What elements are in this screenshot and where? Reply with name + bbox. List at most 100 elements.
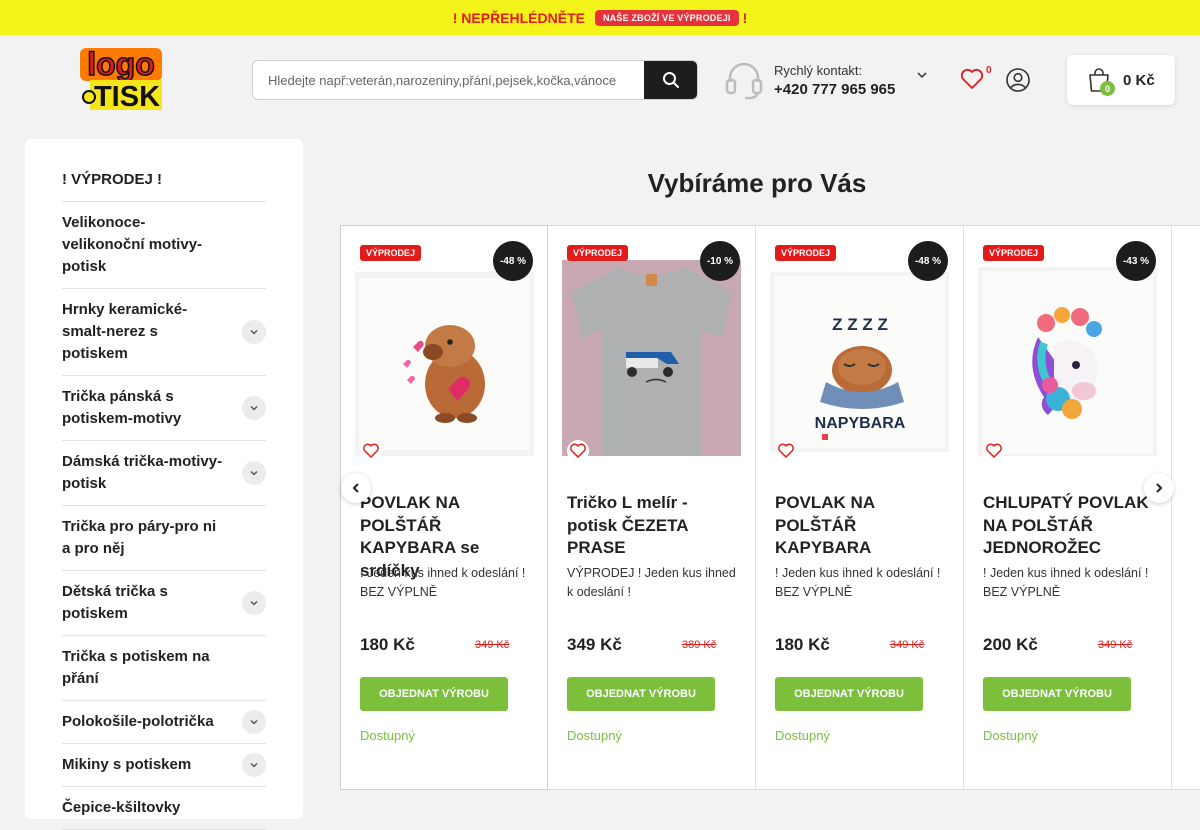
chevron-down-icon[interactable] [916, 71, 928, 79]
cart-total: 0 Kč [1123, 71, 1155, 89]
napybara-zzz: Z Z Z Z [832, 315, 888, 334]
expand-toggle[interactable] [242, 710, 266, 734]
expand-toggle[interactable] [242, 461, 266, 485]
product-carousel: VÝPRODEJ -48 % POVLAK NA POLŠTÁŘ KAPYBARA … [340, 225, 1200, 790]
heart-icon [960, 68, 984, 89]
sale-pill[interactable]: NAŠE ZBOŽÍ VE VÝPRODEJI [594, 9, 739, 26]
product-image[interactable] [978, 260, 1157, 456]
chevron-down-icon [250, 762, 258, 768]
product-name[interactable]: Tričko L melír - potisk ČEZETA PRASE [567, 492, 742, 560]
announcement-text: ! NEPŘEHLÉDNĚTE [452, 9, 585, 26]
product-card[interactable]: Z Z Z Z NAPYBARA VÝPRODEJ -48 % POVLAK NA PO… [756, 226, 964, 789]
discount-badge: -48 % [493, 241, 533, 281]
product-name[interactable]: POVLAK NA POLŠTÁŘ KAPYBARA [775, 492, 950, 560]
sidebar-category-label: Čepice-kšiltovky [62, 799, 181, 816]
expand-toggle[interactable] [242, 591, 266, 615]
product-price: 200 Kč [983, 635, 1038, 654]
availability-status: Dostupný [983, 728, 1038, 743]
add-to-wishlist-icon[interactable] [983, 440, 1005, 462]
sidebar-category-label: Hrnky keramické-smalt-nerez s potiskem [62, 301, 188, 362]
sale-badge: VÝPRODEJ [983, 245, 1045, 261]
site-header: logo TISK Rychlý kontakt: +420 777 965 9… [0, 35, 1200, 125]
discount-badge: -43 % [1116, 241, 1156, 281]
sidebar-category[interactable]: Čepice-kšiltovky [62, 787, 266, 830]
product-image[interactable]: Z Z Z Z NAPYBARA [770, 260, 949, 456]
order-button[interactable]: OBJEDNAT VÝROBU [360, 677, 508, 711]
chevron-down-icon [250, 405, 258, 411]
add-to-wishlist-icon[interactable] [567, 440, 589, 462]
chevron-down-icon [250, 600, 258, 606]
product-description: ! Jeden kus ihned k odeslání ! BEZ VÝPLN… [360, 566, 526, 599]
sidebar-category[interactable]: Velikonoce-velikonoční motivy-potisk [62, 202, 266, 289]
logo-word-bottom: TISK [94, 81, 160, 112]
sidebar-category[interactable]: Hrnky keramické-smalt-nerez s potiskem [62, 289, 266, 376]
expand-toggle[interactable] [242, 320, 266, 344]
product-price: 349 Kč [567, 635, 622, 654]
sale-badge: VÝPRODEJ [360, 245, 422, 261]
product-card[interactable]: VÝPRODEJ -48 % POVLAK NA POLŠTÁŘ KAPYBARA … [340, 225, 548, 790]
availability-status: Dostupný [567, 728, 622, 743]
chevron-down-icon [250, 329, 258, 335]
product-image[interactable] [355, 260, 534, 456]
sidebar-category[interactable]: Polokošile-polotrička [62, 701, 266, 744]
carousel-prev-button[interactable] [341, 473, 371, 503]
user-icon [1006, 68, 1030, 92]
cart-button[interactable]: 0 0 Kč [1067, 55, 1175, 105]
sidebar-category[interactable]: Trička pro páry-pro ni a pro něj [62, 506, 266, 571]
sidebar-category-label: Velikonoce-velikonoční motivy-potisk [62, 214, 203, 275]
account-button[interactable] [1006, 68, 1030, 97]
product-price: 180 Kč [360, 635, 415, 654]
order-button[interactable]: OBJEDNAT VÝROBU [775, 677, 923, 711]
contact-phone[interactable]: +420 777 965 965 [774, 81, 895, 98]
sidebar-category-label: Dámská trička-motivy-potisk [62, 453, 223, 492]
product-old-price: 389 Kč [682, 639, 717, 651]
section-title: Vybíráme pro Vás [647, 168, 867, 198]
sidebar-category-label: Trička s potiskem na přání [62, 648, 210, 687]
sidebar-category[interactable]: Dětská trička s potiskem [62, 571, 266, 636]
expand-toggle[interactable] [242, 753, 266, 777]
order-button[interactable]: OBJEDNAT VÝROBU [567, 677, 715, 711]
search-input[interactable] [253, 61, 644, 99]
availability-status: Dostupný [775, 728, 830, 743]
logo[interactable]: logo TISK [78, 46, 164, 112]
product-card[interactable]: VÝPRODEJ -10 % Tričko L melír - potisk ČEZ… [548, 226, 756, 789]
product-card[interactable]: VÝPRODEJ -43 % CHLUPATÝ POVLAK NA POLŠTÁŘ … [964, 226, 1172, 789]
chevron-right-icon [1156, 483, 1163, 493]
headset-icon [725, 62, 763, 100]
sidebar-category-label: Dětská trička s potiskem [62, 583, 168, 622]
sidebar-category[interactable]: Mikiny s potiskem [62, 744, 266, 787]
product-name[interactable]: CHLUPATÝ POVLAK NA POLŠTÁŘ JEDNOROŽEC [983, 492, 1158, 560]
sidebar-category-label: Trička pánská s potiskem-motivy [62, 388, 182, 427]
sale-badge: VÝPRODEJ [775, 245, 837, 261]
wishlist-count: 0 [986, 65, 992, 76]
product-description: VÝPRODEJ ! Jeden kus ihned k odeslání ! [567, 566, 736, 599]
order-button[interactable]: OBJEDNAT VÝROBU [983, 677, 1131, 711]
add-to-wishlist-icon[interactable] [775, 440, 797, 462]
sidebar-category[interactable]: ! VÝPRODEJ ! [62, 161, 266, 202]
product-price: 180 Kč [775, 635, 830, 654]
sidebar-category[interactable]: Dámská trička-motivy-potisk [62, 441, 266, 506]
search-icon [662, 72, 679, 88]
chevron-down-icon [250, 719, 258, 725]
announcement-bar[interactable]: ! NEPŘEHLÉDNĚTE NAŠE ZBOŽÍ VE VÝPRODEJI … [0, 0, 1200, 35]
cart-count: 0 [1100, 81, 1115, 96]
availability-status: Dostupný [360, 728, 415, 743]
sidebar-category[interactable]: Trička s potiskem na přání [62, 636, 266, 701]
product-old-price: 349 Kč [1098, 639, 1133, 651]
announcement-bang: ! [742, 9, 748, 26]
add-to-wishlist-icon[interactable] [360, 440, 382, 462]
sidebar-category[interactable]: Trička pánská s potiskem-motivy [62, 376, 266, 441]
napybara-caption: NAPYBARA [815, 415, 906, 432]
product-description: ! Jeden kus ihned k odeslání ! BEZ VÝPLN… [775, 566, 941, 599]
product-old-price: 349 Kč [890, 639, 925, 651]
expand-toggle[interactable] [242, 396, 266, 420]
search-button[interactable] [644, 61, 697, 99]
chevron-left-icon [352, 483, 359, 493]
sale-badge: VÝPRODEJ [567, 245, 629, 261]
quick-contact[interactable]: Rychlý kontakt: +420 777 965 965 [724, 60, 895, 100]
discount-badge: -10 % [700, 241, 740, 281]
carousel-next-button[interactable] [1144, 473, 1174, 503]
discount-badge: -48 % [908, 241, 948, 281]
wishlist-button[interactable]: 0 [960, 65, 992, 95]
product-image[interactable] [562, 260, 741, 456]
